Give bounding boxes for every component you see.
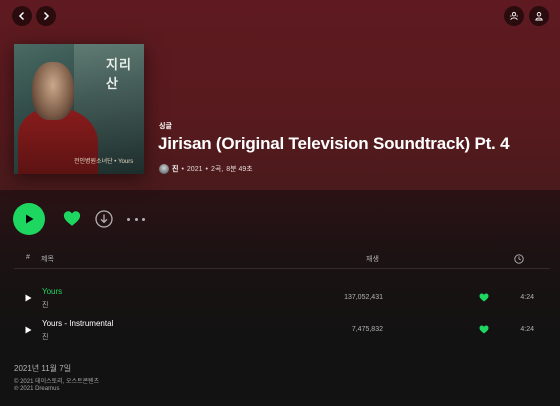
cover-face xyxy=(32,62,74,120)
track-row[interactable]: Yours - Instrumental 진 7,475,832 4:24 xyxy=(14,315,550,345)
forward-button[interactable] xyxy=(36,6,56,26)
album-title: Jirisan (Original Television Soundtrack)… xyxy=(158,134,510,153)
user-menu-button[interactable] xyxy=(529,6,549,26)
more-icon xyxy=(127,217,130,221)
album-meta: 진 • 2021 • 2곡, 8분 49초 xyxy=(159,164,253,174)
artist-avatar xyxy=(159,164,169,174)
header-number: # xyxy=(26,254,30,261)
track-count: 2곡, xyxy=(210,166,224,173)
track-title[interactable]: Yours xyxy=(42,287,62,296)
phonographic-copyright-line: ℗ 2021 Dreamus xyxy=(14,386,60,392)
track-artist[interactable]: 진 xyxy=(42,300,48,310)
play-button[interactable] xyxy=(13,203,45,235)
header-plays: 재생 xyxy=(366,256,379,263)
more-icon-dot xyxy=(142,217,145,221)
release-date: 2021년 11월 7일 xyxy=(14,364,72,373)
track-title[interactable]: Yours - Instrumental xyxy=(42,319,113,328)
track-plays: 7,475,832 xyxy=(351,326,383,333)
album-type-label: 싱글 xyxy=(159,123,172,130)
more-options-button[interactable] xyxy=(127,210,145,228)
play-icon[interactable] xyxy=(25,326,32,334)
play-icon xyxy=(26,214,34,224)
track-table-header: # 제목 재생 xyxy=(14,249,550,269)
heart-icon[interactable] xyxy=(63,210,81,227)
play-icon[interactable] xyxy=(25,294,32,302)
download-icon[interactable] xyxy=(95,210,113,228)
release-year: 2021 xyxy=(186,165,203,173)
chevron-left-icon xyxy=(18,11,25,21)
heart-icon[interactable] xyxy=(479,325,489,334)
copyright-line: © 2021 데이스토리, 오스트콘텐츠 xyxy=(14,379,100,385)
meta-separator: • xyxy=(181,165,184,173)
back-button[interactable] xyxy=(12,6,32,26)
track-plays: 137,052,431 xyxy=(344,294,383,301)
user-icon xyxy=(535,12,543,21)
album-cover: 지리산 전인병원소녀단 • Yours xyxy=(14,44,144,174)
friends-activity-button[interactable] xyxy=(504,6,524,26)
more-icon-dot xyxy=(134,217,138,221)
meta-separator: • xyxy=(205,165,208,173)
friends-activity-icon xyxy=(510,12,518,20)
header-title: 제목 xyxy=(41,256,54,263)
heart-icon[interactable] xyxy=(479,293,489,302)
total-duration: 8분 49초 xyxy=(226,166,253,173)
clock-icon xyxy=(514,254,524,264)
cover-logo: 지리산 xyxy=(106,58,132,92)
artist-link[interactable]: 진 xyxy=(172,164,178,174)
chevron-right-icon xyxy=(43,11,50,21)
track-artist[interactable]: 진 xyxy=(42,332,48,342)
track-row[interactable]: Yours 진 137,052,431 4:24 xyxy=(14,283,550,313)
track-duration: 4:24 xyxy=(520,326,534,333)
track-duration: 4:24 xyxy=(520,294,534,301)
cover-caption: 전인병원소녀단 • Yours xyxy=(74,159,134,165)
